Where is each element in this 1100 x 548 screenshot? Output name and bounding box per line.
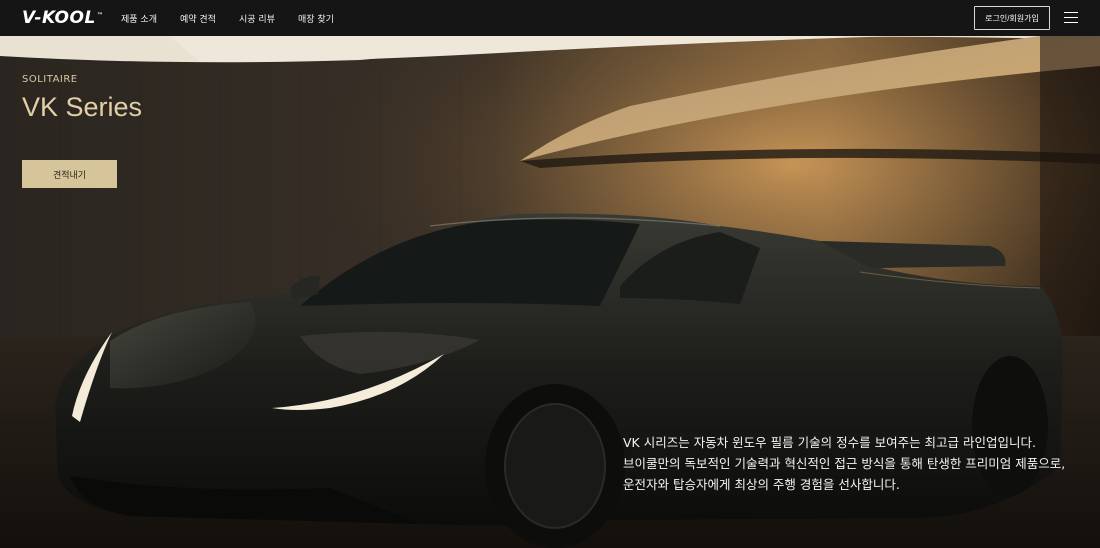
series-eyebrow: SOLITAIRE	[22, 74, 78, 85]
vkool-logo[interactable]: V-KOOL™	[22, 8, 103, 28]
hero-description: VK 시리즈는 자동차 윈도우 필름 기술의 정수를 보여주는 최고급 라인업입…	[623, 432, 1093, 495]
logo-text: V-KOOL	[22, 8, 96, 28]
hamburger-icon[interactable]	[1064, 12, 1078, 24]
nav-item-products[interactable]: 제품 소개	[121, 12, 157, 25]
trademark-mark: ™	[96, 12, 104, 19]
site-header: V-KOOL™ 제품 소개 예약 견적 시공 리뷰 매장 찾기 로그인/회원가입	[0, 0, 1100, 36]
hero-section: SOLITAIRE VK Series 견적내기 VK 시리즈는 자동차 윈도우…	[0, 36, 1100, 548]
main-nav: 제품 소개 예약 견적 시공 리뷰 매장 찾기	[121, 0, 357, 36]
nav-item-reservation[interactable]: 예약 견적	[180, 12, 216, 25]
login-signup-button[interactable]: 로그인/회원가입	[974, 6, 1050, 30]
hero-title: VK Series	[22, 92, 143, 122]
description-line: 운전자와 탑승자에게 최상의 주행 경험을 선사합니다.	[623, 477, 900, 492]
description-line: VK 시리즈는 자동차 윈도우 필름 기술의 정수를 보여주는 최고급 라인업입…	[623, 435, 1036, 450]
nav-item-store-finder[interactable]: 매장 찾기	[298, 12, 334, 25]
get-quote-button[interactable]: 견적내기	[22, 160, 117, 188]
nav-item-reviews[interactable]: 시공 리뷰	[239, 12, 275, 25]
description-line: 브이쿨만의 독보적인 기술력과 혁신적인 접근 방식을 통해 탄생한 프리미엄 …	[623, 456, 1066, 471]
